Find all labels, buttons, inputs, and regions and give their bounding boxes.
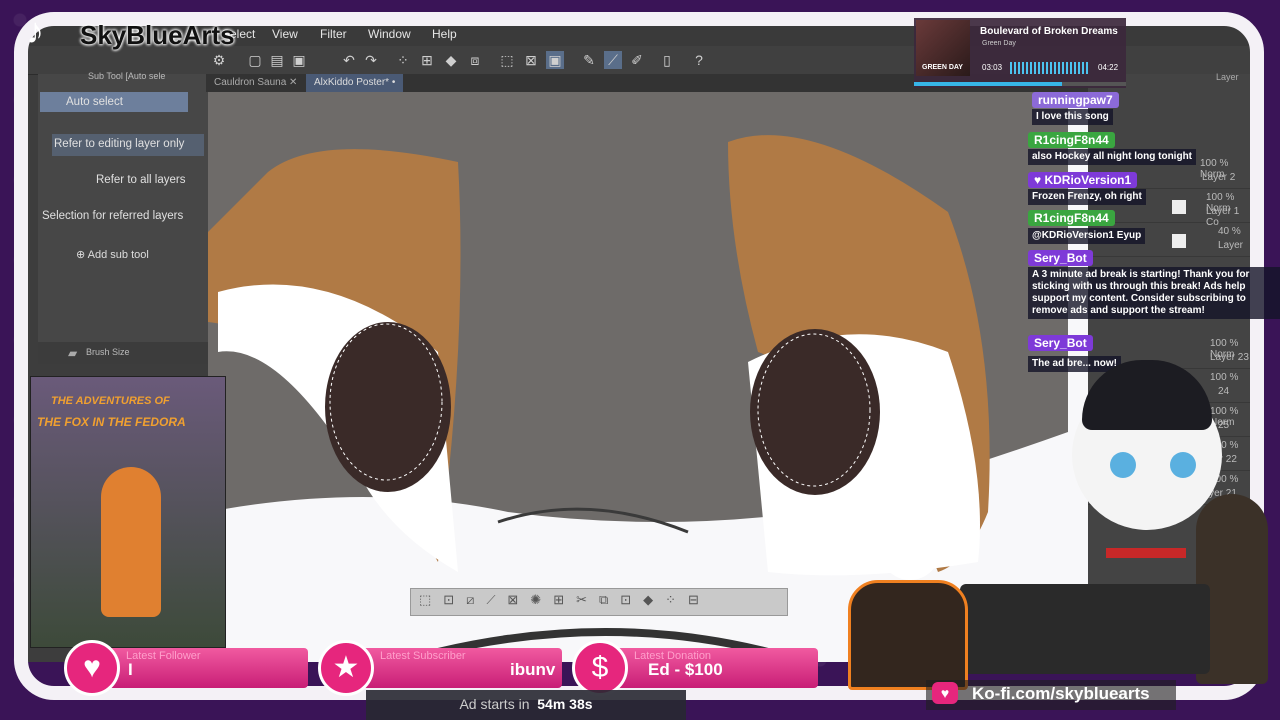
ad-timer-label: Ad starts in (459, 696, 530, 712)
latest-subscriber-label: Latest Subscriber (380, 650, 466, 662)
cat-collar (1106, 548, 1186, 558)
chat-overlay: runningpaw7 I love this song R1cingF8n44… (1026, 90, 1280, 380)
panda-face (880, 520, 940, 580)
kofi-cup-icon: ♥ (932, 682, 958, 704)
latest-follower-value: I (128, 660, 133, 679)
latest-donation-value: Ed - $100 (648, 660, 723, 679)
star-icon: ★ (318, 640, 374, 696)
chat-username: Sery_Bot (1028, 250, 1093, 266)
fox-character (101, 467, 161, 617)
ad-timer: Ad starts in 54m 38s (366, 690, 686, 720)
chat-username: R1cingF8n44 (1028, 132, 1115, 148)
chat-username-text: KDRioVersion1 (1044, 173, 1132, 187)
chat-username: R1cingF8n44 (1028, 210, 1115, 226)
cat-hair (1082, 360, 1212, 430)
song-artist: Green Day (982, 40, 1016, 47)
chat-message: also Hockey all night long tonight (1028, 149, 1197, 165)
latest-follower-label: Latest Follower (126, 650, 201, 662)
tiktok-username: SkyBlueArts (80, 20, 235, 50)
heart-icon: ♥ (64, 640, 120, 696)
song-title: Boulevard of Broken Dreams (980, 26, 1118, 37)
book-cover-poster: THE ADVENTURES OF THE FOX IN THE FEDORA (30, 376, 226, 648)
poster-title-line2: THE FOX IN THE FEDORA (37, 415, 186, 429)
audio-visualizer (1010, 62, 1090, 74)
now-playing-widget: GREEN DAY Boulevard of Broken Dreams Gre… (914, 18, 1126, 88)
chat-username: runningpaw7 (1032, 92, 1119, 108)
chat-username: ♥ KDRioVersion1 (1028, 172, 1138, 188)
chat-message: I love this song (1032, 109, 1113, 125)
computer-monitor (960, 584, 1210, 674)
tiktok-icon: ♪ (26, 10, 44, 51)
poster-title-line1: THE ADVENTURES OF (51, 395, 170, 407)
album-art-text: GREEN DAY (922, 64, 963, 71)
cat-right-eye (1170, 452, 1196, 478)
song-total: 04:22 (1098, 63, 1119, 72)
song-progress-track (914, 82, 1126, 86)
kofi-link-text: Ko-fi.com/skybluearts (972, 684, 1150, 703)
song-elapsed: 03:03 (982, 63, 1003, 72)
chat-message: Frozen Frenzy, oh right (1028, 189, 1146, 205)
chat-message: @KDRioVersion1 Eyup (1028, 228, 1146, 244)
album-art: GREEN DAY (916, 20, 970, 76)
panda-avatar (838, 520, 978, 690)
song-progress-fill (914, 82, 1063, 86)
dollar-icon: $ (572, 640, 628, 696)
chat-username: Sery_Bot (1028, 335, 1093, 351)
ad-timer-value: 54m 38s (537, 696, 593, 712)
panda-hoodie (848, 580, 968, 690)
chat-message: A 3 minute ad break is starting! Thank y… (1028, 267, 1280, 319)
kofi-banner: ♥ Ko-fi.com/skybluearts (926, 680, 1176, 710)
cat-left-eye (1110, 452, 1136, 478)
latest-subscriber-value: ibunv (510, 660, 556, 679)
